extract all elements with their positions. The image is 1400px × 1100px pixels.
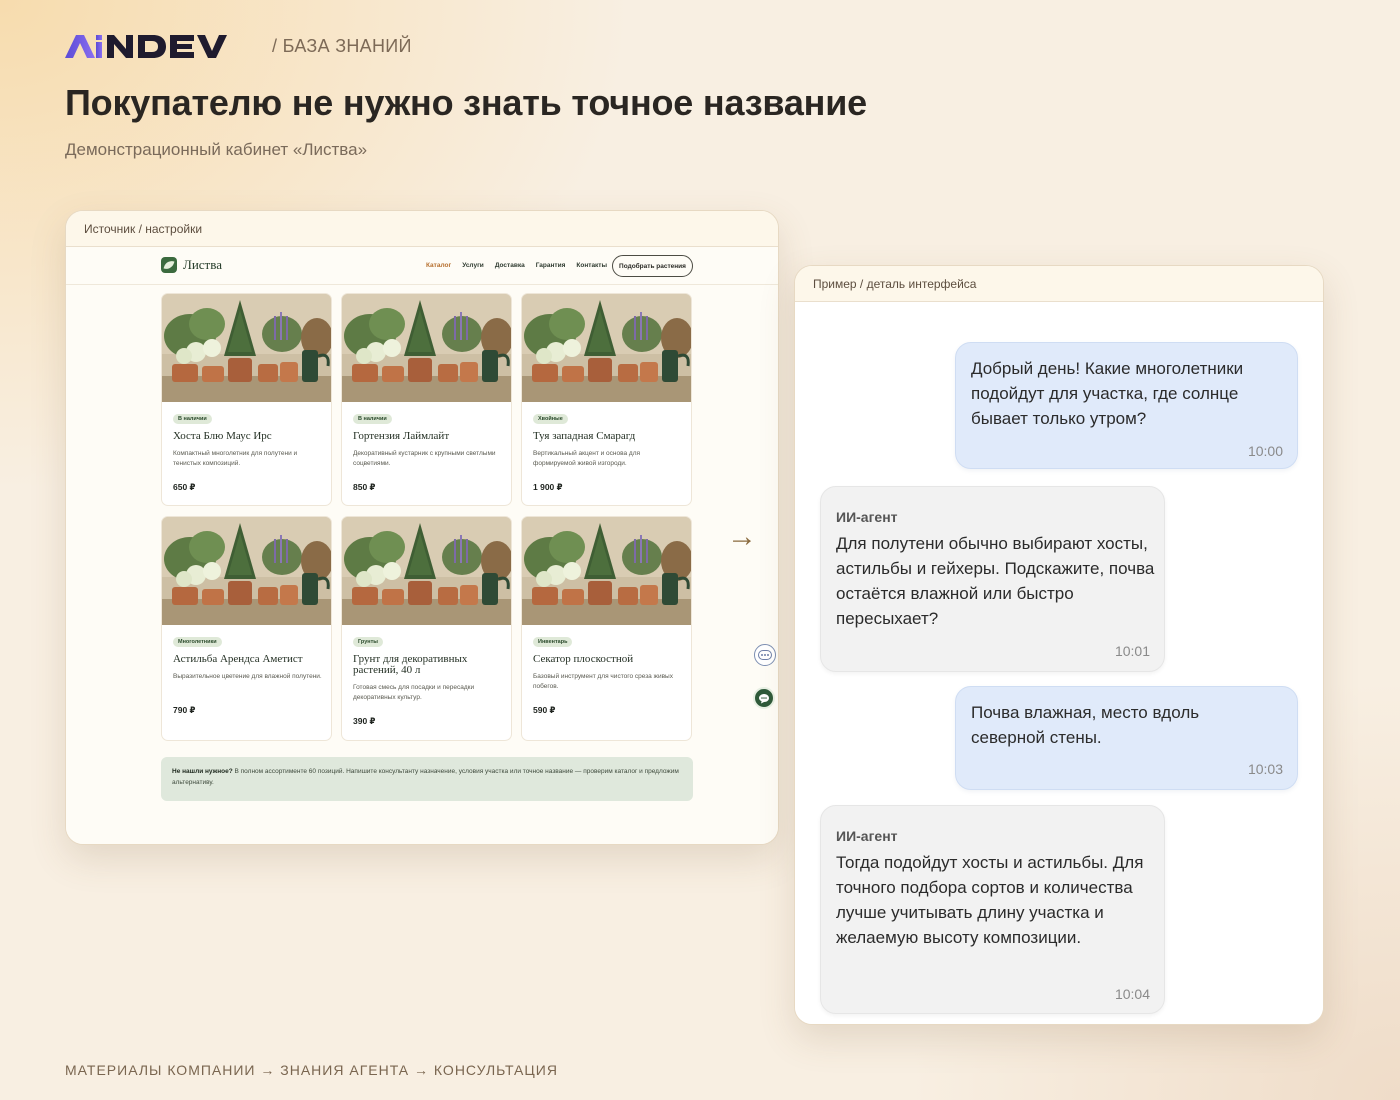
arrow-right-icon: → xyxy=(727,520,757,553)
product-title[interactable]: Туя западная Смарагд xyxy=(533,431,683,442)
product-badge: В наличии xyxy=(353,414,392,424)
product-price: 390 ₽ xyxy=(353,716,376,726)
nav-item-services[interactable]: Услуги xyxy=(462,262,484,269)
product-title[interactable]: Астильба Арендса Аметист xyxy=(173,654,323,665)
agent-message: ИИ-агент Для полутени обычно выбирают хо… xyxy=(820,486,1165,672)
product-badge: В наличии xyxy=(173,414,212,424)
product-badge: Грунты xyxy=(353,637,383,647)
product-desc: Вертикальный акцент и основа для формиру… xyxy=(533,450,641,467)
product-badge: Хвойные xyxy=(533,414,568,424)
source-panel-header: Источник / настройки xyxy=(66,211,778,247)
aindev-logo xyxy=(65,34,251,60)
nav-item-guarantee[interactable]: Гарантия xyxy=(536,262,566,269)
nav-item-catalog[interactable]: Каталог xyxy=(426,262,451,269)
note-text: В полном ассортименте 60 позиций. Напиши… xyxy=(172,768,679,786)
product-price: 590 ₽ xyxy=(533,705,556,715)
leaf-icon xyxy=(161,257,177,273)
product-card[interactable]: В наличии Гортензия Лаймлайт Декоративны… xyxy=(341,293,512,506)
pick-plants-button[interactable]: Подобрать растения xyxy=(612,255,693,277)
message-author: ИИ-агент xyxy=(836,828,898,844)
product-image xyxy=(342,294,511,402)
chat-panel-header: Пример / деталь интерфейса xyxy=(795,266,1323,302)
product-title[interactable]: Грунт для декоративных растений, 40 л xyxy=(353,654,503,676)
message-text: Почва влажная, место вдоль северной стен… xyxy=(971,703,1200,747)
message-text: Добрый день! Какие многолетники подойдут… xyxy=(971,359,1244,428)
chat-widget-icon[interactable] xyxy=(754,644,776,666)
product-card[interactable]: В наличии Хоста Блю Маус Ирс Компактный … xyxy=(161,293,332,506)
product-price: 790 ₽ xyxy=(173,705,196,715)
note-bold: Не нашли нужное? xyxy=(172,768,233,775)
message-text: Тогда подойдут хосты и астильбы. Для точ… xyxy=(836,853,1144,947)
product-title[interactable]: Гортензия Лаймлайт xyxy=(353,431,503,442)
product-price: 650 ₽ xyxy=(173,482,196,492)
product-price: 850 ₽ xyxy=(353,482,376,492)
logo-mark xyxy=(65,35,227,58)
product-card[interactable]: Многолетники Астильба Арендса Аметист Вы… xyxy=(161,516,332,741)
source-panel: Источник / настройки Листва Каталог Услу… xyxy=(65,210,779,845)
message-time: 10:01 xyxy=(1114,643,1150,659)
agent-message: ИИ-агент Тогда подойдут хосты и астильбы… xyxy=(820,805,1165,1014)
product-image xyxy=(342,517,511,625)
product-price: 1 900 ₽ xyxy=(533,482,563,492)
nav-item-delivery[interactable]: Доставка xyxy=(495,262,525,269)
message-text: Для полутени обычно выбирают хосты, асти… xyxy=(836,534,1155,628)
product-card[interactable]: Инвентарь Секатор плоскостной Базовый ин… xyxy=(521,516,692,741)
chat-widget-glyph xyxy=(758,650,772,660)
site-nav-links: Каталог Услуги Доставка Гарантия Контакт… xyxy=(426,262,607,269)
product-card[interactable]: Грунты Грунт для декоративных растений, … xyxy=(341,516,512,741)
product-image xyxy=(522,517,691,625)
site-preview: Листва Каталог Услуги Доставка Гарантия … xyxy=(66,247,778,844)
message-time: 10:03 xyxy=(1247,761,1283,777)
product-desc: Готовая смесь для посадки и пересадки де… xyxy=(353,684,475,701)
process-footer: МАТЕРИАЛЫ КОМПАНИИ → ЗНАНИЯ АГЕНТА → КОН… xyxy=(65,1062,558,1078)
product-desc: Компактный многолетник для полутени и те… xyxy=(173,450,298,467)
not-found-note: Не нашли нужное? В полном ассортименте 6… xyxy=(161,757,693,801)
site-brand-name: Листва xyxy=(183,257,222,272)
site-brand[interactable]: Листва xyxy=(161,257,222,273)
nav-item-contacts[interactable]: Контакты xyxy=(576,262,607,269)
product-badge: Инвентарь xyxy=(533,637,573,647)
page-title: Покупателю не нужно знать точное названи… xyxy=(65,82,867,123)
chat-panel: Пример / деталь интерфейса Добрый день! … xyxy=(794,265,1324,1025)
product-desc: Выразительное цветение для влажной полут… xyxy=(173,673,322,680)
product-title[interactable]: Хоста Блю Маус Ирс xyxy=(173,431,323,442)
message-time: 10:04 xyxy=(1114,986,1150,1002)
product-badge: Многолетники xyxy=(173,637,222,647)
message-glyph xyxy=(759,693,769,703)
message-author: ИИ-агент xyxy=(836,509,898,525)
product-desc: Декоративный кустарник с крупными светлы… xyxy=(353,450,496,467)
message-time: 10:00 xyxy=(1247,443,1283,459)
product-card[interactable]: Хвойные Туя западная Смарагд Вертикальны… xyxy=(521,293,692,506)
product-title[interactable]: Секатор плоскостной xyxy=(533,654,683,665)
product-image xyxy=(162,294,331,402)
chat-thread[interactable]: Добрый день! Какие многолетники подойдут… xyxy=(795,302,1323,1024)
product-image xyxy=(162,517,331,625)
product-image xyxy=(522,294,691,402)
message-icon[interactable] xyxy=(753,687,775,709)
product-desc: Базовый инструмент для чистого среза жив… xyxy=(533,673,673,690)
user-message: Почва влажная, место вдоль северной стен… xyxy=(955,686,1298,790)
user-message: Добрый день! Какие многолетники подойдут… xyxy=(955,342,1298,469)
breadcrumb[interactable]: / БАЗА ЗНАНИЙ xyxy=(272,36,412,57)
site-navbar: Листва Каталог Услуги Доставка Гарантия … xyxy=(66,247,778,285)
page-subtitle: Демонстрационный кабинет «Листва» xyxy=(65,140,368,159)
